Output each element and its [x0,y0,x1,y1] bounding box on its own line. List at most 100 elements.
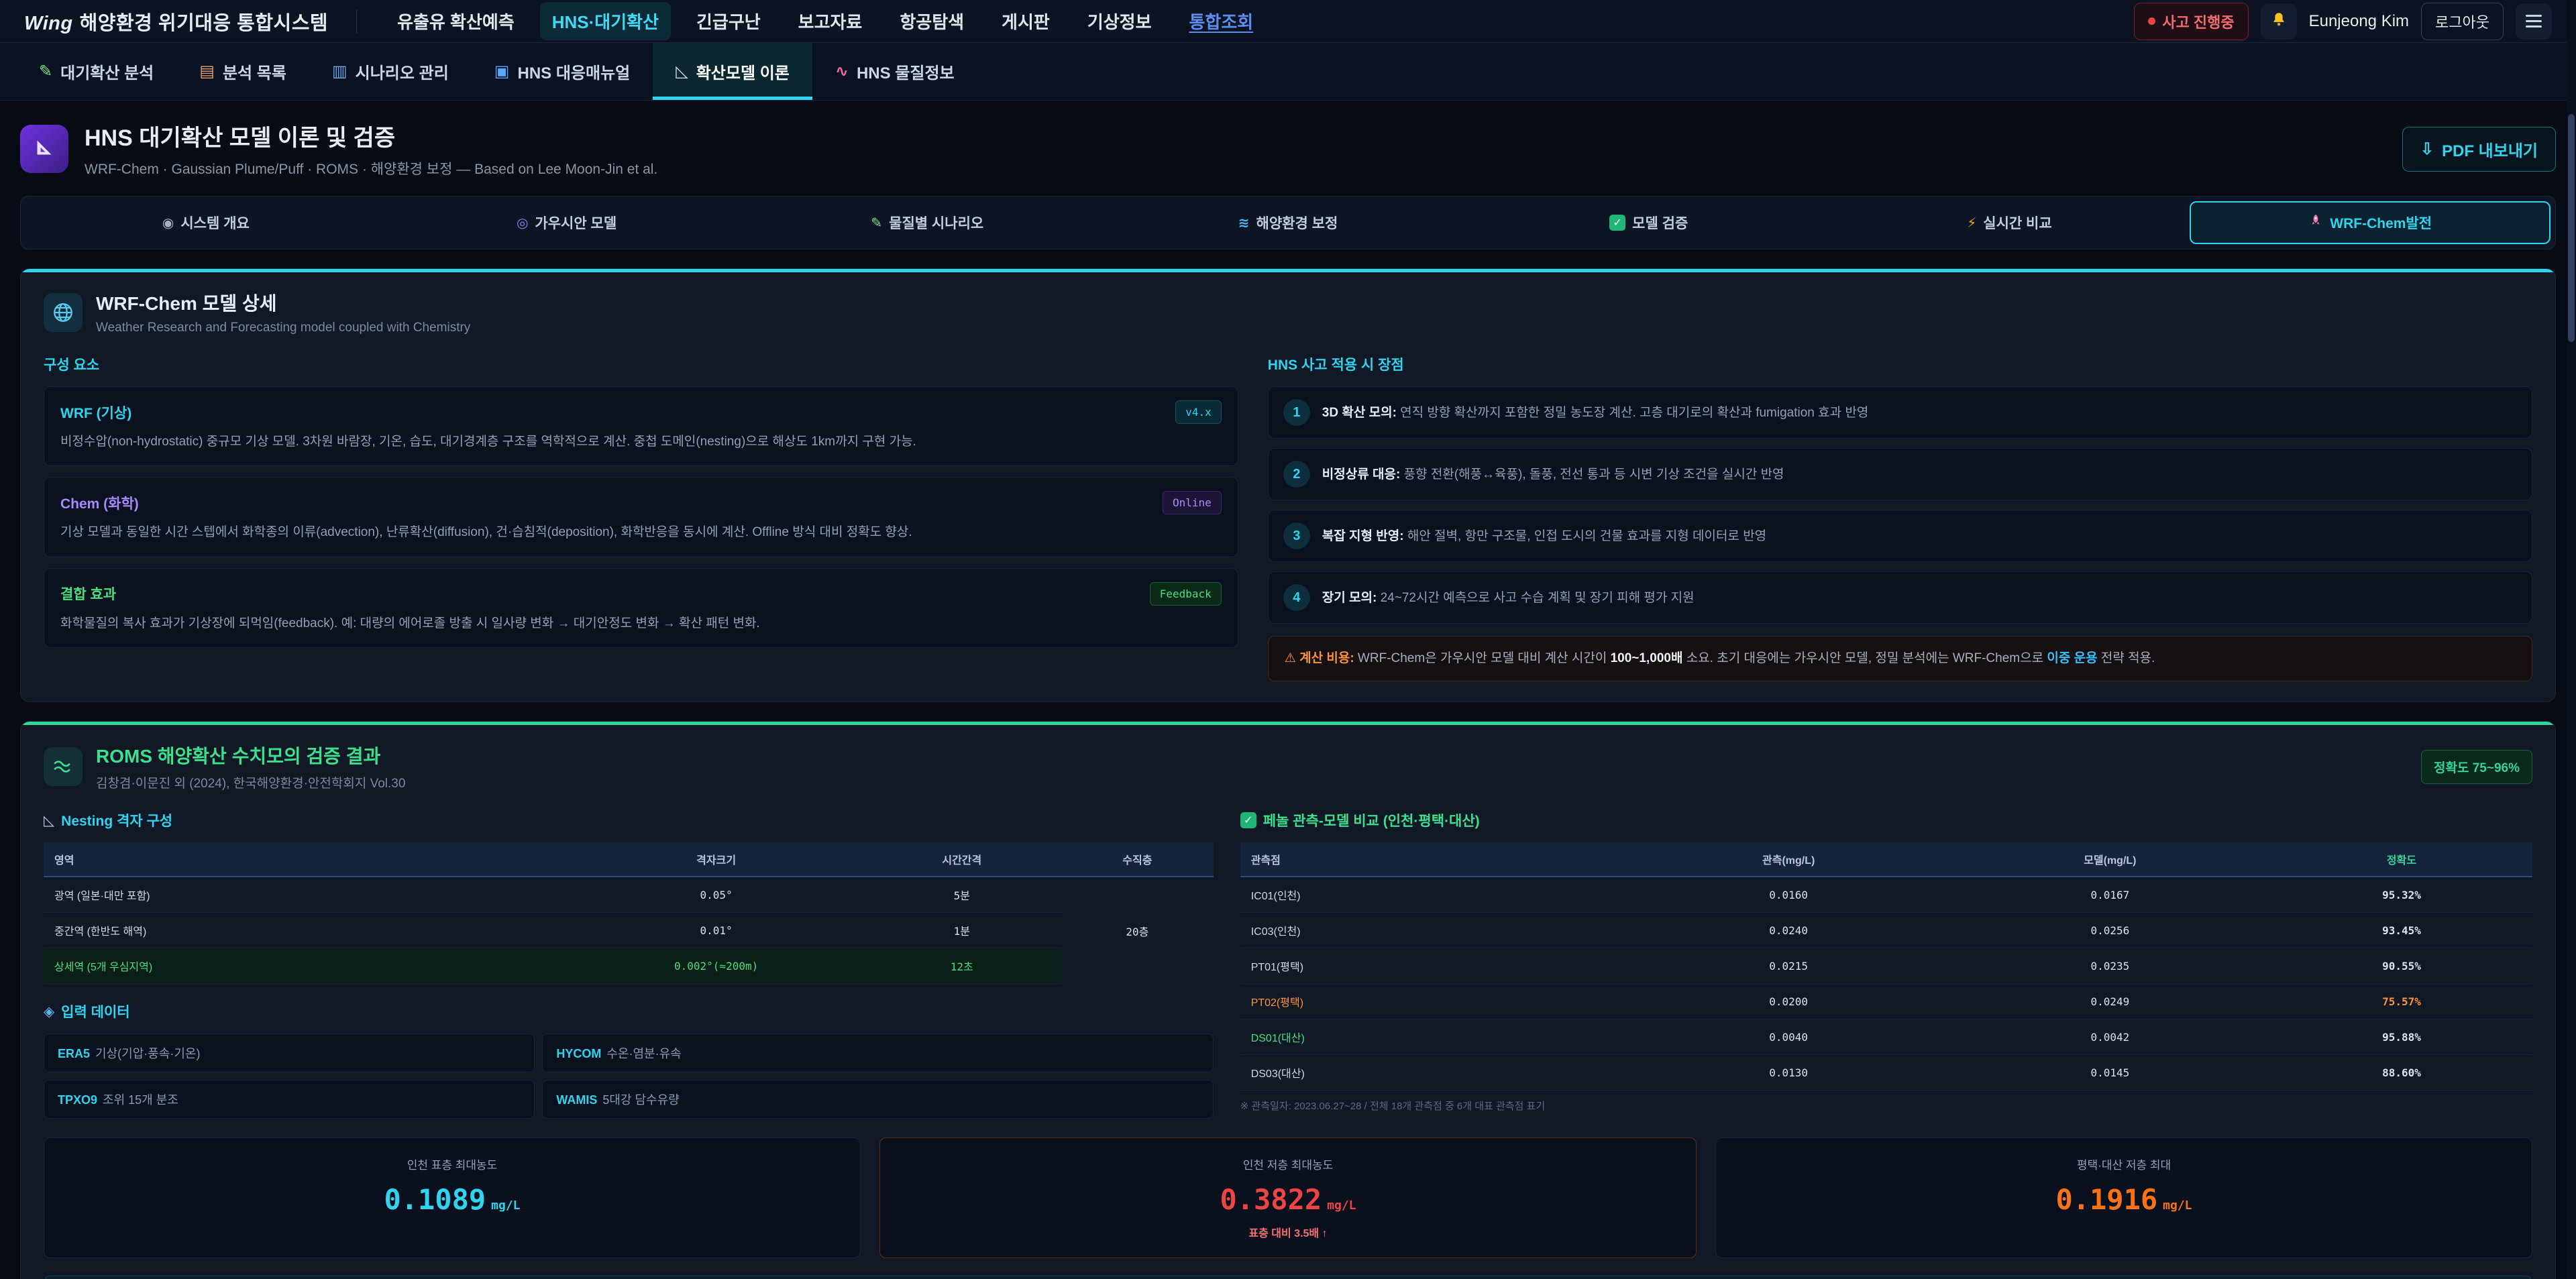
stat-value: 0.1089mg/L [58,1183,847,1216]
page-header: HNS 대기확산 모델 이론 및 검증 WRF-Chem · Gaussian … [20,119,2556,178]
logout-button[interactable]: 로그아웃 [2421,3,2504,40]
table-row[interactable]: DS03(대산) 0.0130 0.0145 88.60% [1240,1055,2532,1091]
cell-dt: 5분 [863,877,1061,913]
triangle-ruler-icon [32,135,56,163]
advantage-body: 풍향 전환(해풍↔육풍), 돌풍, 전선 통과 등 시변 기상 조건을 실시간 … [1400,467,1784,482]
app-logo[interactable]: Wing해양환경 위기대응 통합시스템 [24,7,328,36]
inputs-grid: ERA5기상(기압·풍속·기온) HYCOM수온·염분·유속 TPXO9조위 1… [44,1034,1214,1119]
component-desc: 비정수압(non-hydrostatic) 중규모 기상 모델. 3차원 바람장… [60,432,1222,452]
version-badge: v4.x [1175,400,1222,424]
inputs-label-text: 입력 데이터 [61,1001,129,1021]
advantage-item: 4 장기 모의: 24~72시간 예측으로 사고 수습 계획 및 장기 피해 평… [1268,571,2532,624]
input-name: HYCOM [556,1047,601,1060]
notification-button[interactable] [2261,3,2297,40]
nav-item-integrated-search[interactable]: 통합조회 [1177,2,1266,40]
overview-icon: ◉ [162,215,174,231]
tab-gaussian-model[interactable]: ◎ 가우시안 모델 [386,201,747,244]
cell-grid: 0.01° [570,913,863,948]
nav-item-weather[interactable]: 기상정보 [1075,2,1164,40]
subnav-label: 분석 목록 [223,60,286,83]
nav-item-aerial-search[interactable]: 항공탐색 [888,2,976,40]
cell-station: DS01(대산) [1240,1019,1628,1055]
col-model: 모델(mg/L) [1949,842,2271,877]
cell-area: 광역 (일본·대만 포함) [44,877,570,913]
tab-system-overview[interactable]: ◉ 시스템 개요 [25,201,386,244]
menu-button[interactable] [2516,3,2552,40]
input-data-item: ERA5기상(기압·풍속·기온) [44,1034,535,1072]
table-row[interactable]: PT01(평택) 0.0215 0.0235 90.55% [1240,948,2532,984]
nav-divider [356,9,357,34]
component-card-chem: Chem (화학) Online 기상 모델과 동일한 시간 스텝에서 화학종의… [44,477,1238,557]
tab-substance-scenarios[interactable]: ✎ 물질별 시나리오 [747,201,1108,244]
tab-marine-correction[interactable]: ≋ 해양환경 보정 [1108,201,1468,244]
cell-grid: 0.05° [570,877,863,913]
page-icon [20,125,68,173]
tab-wrfchem-advanced[interactable]: WRF-Chem발전 [2190,201,2551,244]
cell-accuracy: 93.45% [2271,913,2532,948]
table-row[interactable]: 중간역 (한반도 해역) 0.01° 1분 [44,913,1214,948]
tab-realtime-comparison[interactable]: ⚡ 실시간 비교 [1829,201,2190,244]
advantage-lead: 3D 확산 모의: [1322,406,1397,420]
wrfchem-title: WRF-Chem 모델 상세 [96,289,470,316]
nav-item-hns-dispersion[interactable]: HNS·대기확산 [540,2,671,40]
table-row[interactable]: IC01(인천) 0.0160 0.0167 95.32% [1240,877,2532,913]
cell-model: 0.0235 [1949,948,2271,984]
input-data-item: TPXO9조위 15개 분조 [44,1080,535,1119]
stat-unit: mg/L [491,1199,520,1213]
page-content: HNS 대기확산 모델 이론 및 검증 WRF-Chem · Gaussian … [0,101,2576,1279]
subnav-hns-substance-info[interactable]: ∿ HNS 물질정보 [812,43,977,100]
logo-text: 해양환경 위기대응 통합시스템 [80,13,328,34]
component-desc: 기상 모델과 동일한 시간 스텝에서 화학종의 이류(advection), 난… [60,522,1222,543]
col-obs: 관측(mg/L) [1628,842,1949,877]
scrollbar-thumb[interactable] [2568,114,2575,342]
subnav-dispersion-analysis[interactable]: ✎ 대기확산 분석 [16,43,176,100]
phenol-column: ✓ 페놀 관측-모델 비교 (인천·평택·대산) 관측점 관측(mg/L) 모델… [1240,810,2532,1119]
cell-obs: 0.0040 [1628,1019,1949,1055]
component-name: 결합 효과 [60,583,116,604]
bolt-icon: ⚡ [1967,215,1976,231]
subnav-model-theory[interactable]: ◺ 확산모델 이론 [653,43,812,100]
advantage-lead: 장기 모의: [1322,591,1377,605]
wrfchem-section: WRF-Chem 모델 상세 Weather Research and Fore… [20,268,2556,702]
cell-dt: 1분 [863,913,1061,948]
table-row-warning[interactable]: PT02(평택) 0.0200 0.0249 75.57% [1240,984,2532,1019]
cell-layers: 20층 [1061,877,1214,984]
nav-item-reports[interactable]: 보고자료 [786,2,875,40]
phenol-table-note: ※ 관측일자: 2023.06.27~28 / 전체 18개 관측점 중 6개 … [1240,1099,2532,1113]
stat-number: 0.3822 [1220,1183,1322,1216]
cell-accuracy: 95.88% [2271,1019,2532,1055]
table-row[interactable]: IC03(인천) 0.0240 0.0256 93.45% [1240,913,2532,948]
cell-station: PT02(평택) [1240,984,1628,1019]
pdf-export-button[interactable]: ⇩ PDF 내보내기 [2402,127,2556,172]
list-icon: ▤ [199,62,215,81]
table-row[interactable]: 광역 (일본·대만 포함) 0.05° 5분 20층 [44,877,1214,913]
stat-unit: mg/L [1327,1199,1356,1213]
accuracy-badge: 정확도 75~96% [2421,750,2532,784]
table-row-highlight[interactable]: 상세역 (5개 우심지역) 0.002°(≈200m) 12초 [44,948,1214,984]
cell-accuracy: 95.32% [2271,877,2532,913]
component-head: Chem (화학) Online [60,491,1222,514]
ruler-icon: ◺ [44,812,54,829]
incident-status-badge[interactable]: 사고 진행중 [2134,3,2248,40]
tab-model-validation[interactable]: ✓ 모델 검증 [1468,201,1829,244]
component-card-wrf: WRF (기상) v4.x 비정수압(non-hydrostatic) 중규모 … [44,386,1238,466]
table-row[interactable]: DS01(대산) 0.0040 0.0042 95.88% [1240,1019,2532,1055]
subnav-hns-manual[interactable]: ▣ HNS 대응매뉴얼 [472,43,653,100]
cell-station: DS03(대산) [1240,1055,1628,1091]
cell-model: 0.0167 [1949,877,2271,913]
nav-item-oil-spill[interactable]: 유출유 확산예측 [385,2,527,40]
top-navbar: Wing해양환경 위기대응 통합시스템 유출유 확산예측 HNS·대기확산 긴급… [0,0,2576,43]
cell-station: IC03(인천) [1240,913,1628,948]
nav-item-board[interactable]: 게시판 [989,2,1062,40]
cost-note-bold: 100~1,000배 [1611,651,1683,665]
page-scrollbar[interactable] [2567,0,2576,1279]
col-station: 관측점 [1240,842,1628,877]
advantage-number: 1 [1283,399,1310,426]
nav-item-emergency[interactable]: 긴급구난 [684,2,773,40]
pen-icon: ✎ [871,215,882,231]
advantage-body: 24~72시간 예측으로 사고 수습 계획 및 장기 피해 평가 지원 [1377,591,1694,605]
wrfchem-title-block: WRF-Chem 모델 상세 Weather Research and Fore… [96,289,470,335]
subnav-analysis-list[interactable]: ▤ 분석 목록 [176,43,309,100]
rocket-icon [2308,213,2323,232]
subnav-scenario-management[interactable]: ▥ 시나리오 관리 [309,43,472,100]
